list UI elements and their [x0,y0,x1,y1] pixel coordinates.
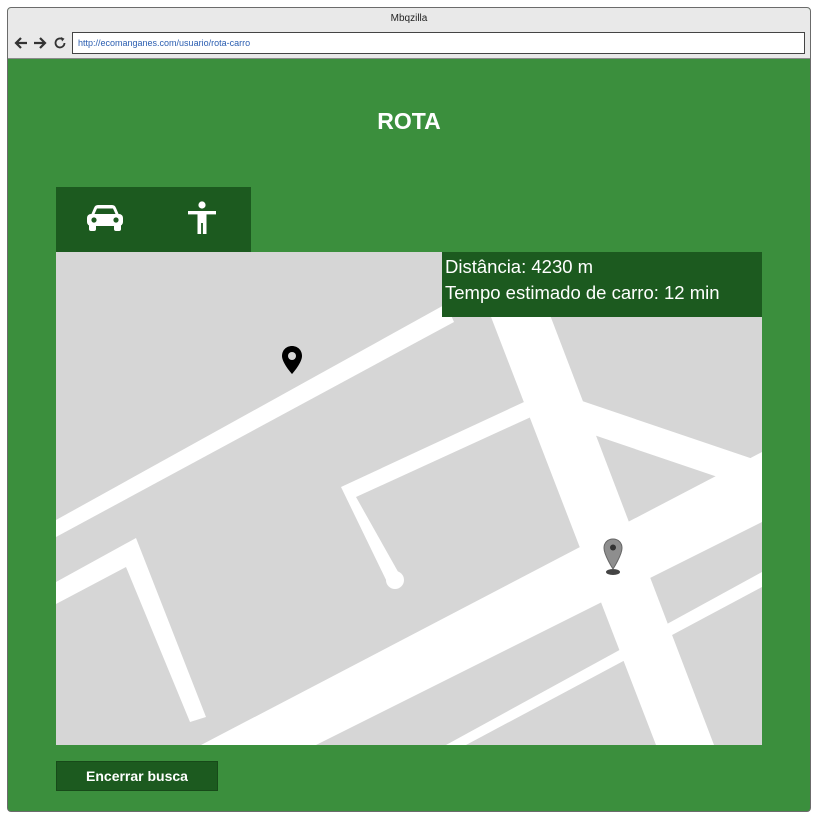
browser-window: Mbqzilla http://ecomanganes.com/usuario/… [7,7,811,812]
route-map[interactable] [56,252,762,745]
back-arrow-icon[interactable] [13,35,29,51]
window-title: Mbqzilla [390,13,428,24]
transport-mode-tabs [56,187,251,253]
tab-walking[interactable] [154,187,252,253]
distance-text: Distância: 4230 m [445,256,594,277]
tab-car[interactable] [56,187,154,253]
page-title: ROTA [377,108,441,134]
map-roads [56,252,762,745]
browser-titlebar: Mbqzilla http://ecomanganes.com/usuario/… [8,8,810,59]
end-search-button[interactable]: Encerrar busca [56,761,218,791]
car-icon [85,202,125,239]
forward-arrow-icon[interactable] [32,35,48,51]
pedestrian-icon [186,200,218,240]
reload-icon[interactable] [52,35,68,51]
route-info-box: Distância: 4230 m Tempo estimado de carr… [442,252,762,317]
estimated-time-text: Tempo estimado de carro: 12 min [445,282,720,303]
address-bar[interactable]: http://ecomanganes.com/usuario/rota-carr… [72,32,805,54]
